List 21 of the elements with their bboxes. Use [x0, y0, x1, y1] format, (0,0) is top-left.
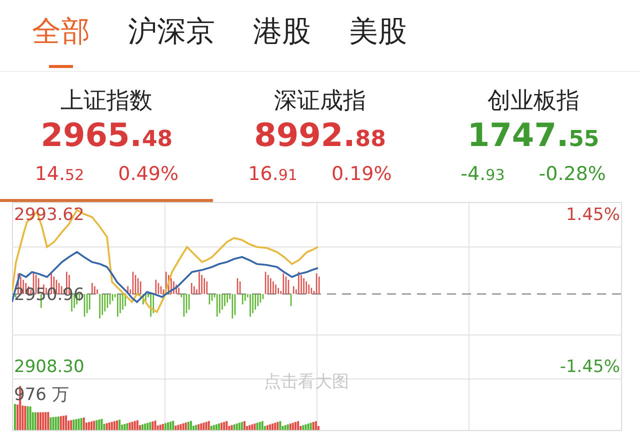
index-change: 16.91 — [248, 163, 298, 185]
index-percent: -0.28% — [538, 163, 606, 185]
low-label: 2908.30 — [14, 357, 84, 377]
index-value: 1747.55 — [467, 116, 600, 156]
index-value: 8992.88 — [254, 116, 386, 156]
index-value: 2965.48 — [40, 116, 173, 156]
index-card[interactable]: 上证指数 2965.48 14.52 0.49% — [0, 72, 214, 202]
index-card[interactable]: 创业板指 1747.55 -4.93 -0.28% — [426, 72, 640, 202]
index-change: 14.52 — [34, 163, 84, 185]
index-change: -4.93 — [460, 163, 505, 185]
index-percent: 0.49% — [118, 163, 178, 185]
tab[interactable]: 沪深京 — [128, 8, 215, 70]
index-name: 上证指数 — [60, 87, 153, 116]
index-percent: 0.19% — [331, 163, 392, 185]
index-card[interactable]: 深证成指 8992.88 16.91 0.19% — [213, 72, 427, 202]
tab[interactable]: 美股 — [349, 8, 407, 70]
tab[interactable]: 港股 — [253, 8, 311, 70]
index-name: 创业板指 — [487, 87, 580, 116]
high-percent-label: 1.45% — [566, 205, 620, 225]
index-name: 深证成指 — [274, 87, 366, 116]
low-percent-label: -1.45% — [560, 357, 620, 377]
